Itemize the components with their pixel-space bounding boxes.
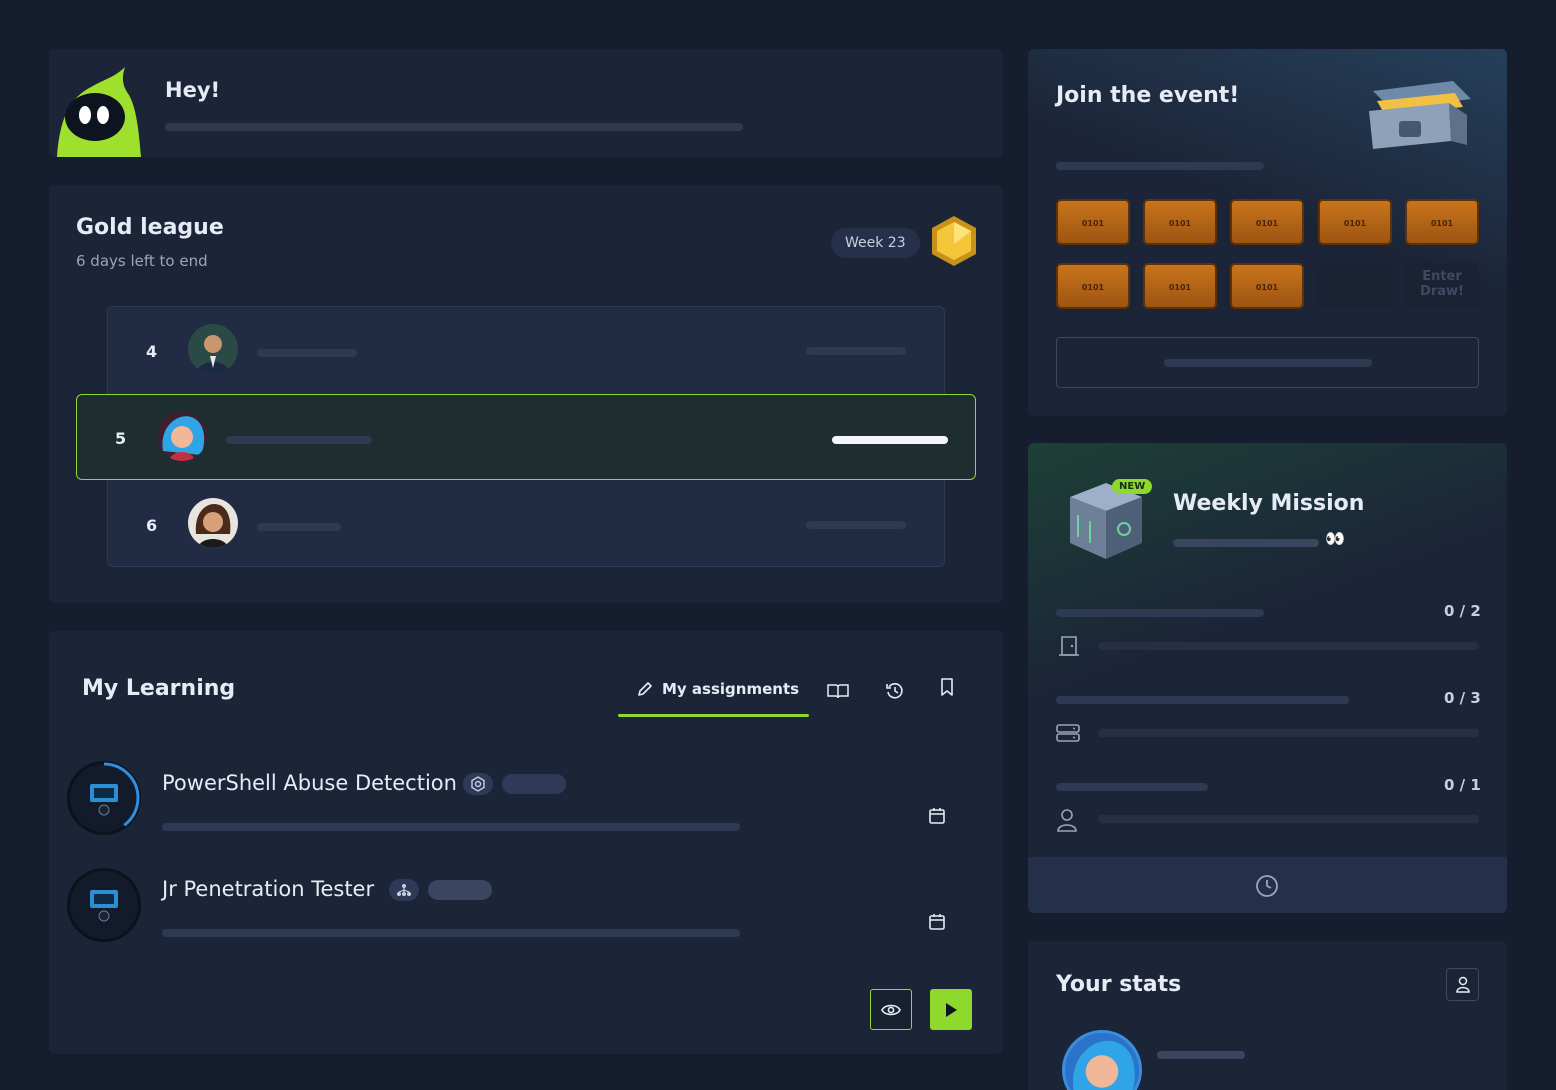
play-icon bbox=[946, 1002, 957, 1017]
course-type-badge bbox=[389, 879, 419, 901]
mission-subtitle-placeholder bbox=[1173, 539, 1319, 547]
task-count: 0 / 2 bbox=[1444, 602, 1481, 620]
greeting-title: Hey! bbox=[165, 78, 221, 102]
task-count: 0 / 3 bbox=[1444, 689, 1481, 707]
task-progress-bar bbox=[1098, 729, 1479, 737]
play-button[interactable] bbox=[930, 989, 972, 1030]
tab-my-assignments[interactable]: My assignments bbox=[636, 680, 799, 698]
path-network-icon bbox=[397, 884, 411, 896]
avatar bbox=[188, 498, 238, 548]
weekly-mission-card: NEW Weekly Mission 👀 0 / 2 0 / 3 0 / 1 bbox=[1028, 443, 1507, 913]
course-title: PowerShell Abuse Detection bbox=[162, 771, 457, 795]
task-title-placeholder bbox=[1056, 783, 1208, 791]
event-ticket: 0101 bbox=[1230, 199, 1304, 245]
user-icon bbox=[1057, 809, 1077, 832]
profile-button[interactable] bbox=[1446, 968, 1479, 1001]
course-description-placeholder bbox=[162, 929, 740, 937]
event-ticket: 0101 bbox=[1056, 263, 1130, 309]
course-type-badge bbox=[463, 773, 493, 795]
event-title: Join the event! bbox=[1056, 83, 1240, 108]
rank-number: 5 bbox=[115, 429, 127, 448]
gold-league-badge-icon bbox=[932, 216, 976, 266]
score-placeholder bbox=[832, 436, 948, 444]
event-ticket: 0101 bbox=[1056, 199, 1130, 245]
name-placeholder bbox=[257, 523, 341, 531]
bookmark-icon bbox=[941, 678, 953, 696]
task-title-placeholder bbox=[1056, 609, 1264, 617]
event-ticket-empty bbox=[1318, 263, 1392, 309]
event-placeholder bbox=[1056, 162, 1264, 170]
clock-icon bbox=[1256, 875, 1278, 897]
league-title: Gold league bbox=[76, 215, 224, 240]
hacker-mascot-icon bbox=[57, 67, 141, 157]
task-progress-bar bbox=[1098, 815, 1479, 823]
rank-number: 6 bbox=[146, 516, 158, 535]
course-description-placeholder bbox=[162, 823, 740, 831]
course-thumbnail-icon bbox=[90, 784, 118, 816]
book-open-icon bbox=[827, 684, 849, 699]
eye-icon bbox=[881, 1004, 901, 1015]
league-card: Gold league 6 days left to end Week 23 4… bbox=[49, 185, 1003, 603]
server-icon bbox=[1056, 724, 1080, 742]
event-ticket: 0101 bbox=[1230, 263, 1304, 309]
avatar bbox=[1062, 1030, 1142, 1090]
schedule-button[interactable] bbox=[925, 804, 949, 828]
door-icon bbox=[1059, 636, 1079, 656]
module-icon bbox=[471, 776, 485, 792]
score-placeholder bbox=[806, 347, 906, 355]
difficulty-pill bbox=[428, 880, 492, 900]
calendar-icon bbox=[929, 914, 945, 930]
username-placeholder bbox=[1157, 1051, 1245, 1059]
task-count: 0 / 1 bbox=[1444, 776, 1481, 794]
event-ticket: 0101 bbox=[1405, 199, 1479, 245]
greeting-placeholder bbox=[165, 123, 743, 131]
mission-footer bbox=[1028, 857, 1507, 913]
avatar bbox=[157, 411, 207, 461]
event-card: Join the event! 0101 0101 0101 0101 0101… bbox=[1028, 49, 1507, 416]
rank-number: 4 bbox=[146, 342, 158, 361]
calendar-icon bbox=[929, 808, 945, 824]
view-button[interactable] bbox=[870, 989, 912, 1030]
name-placeholder bbox=[226, 436, 372, 444]
my-learning-title: My Learning bbox=[82, 676, 236, 701]
difficulty-pill bbox=[502, 774, 566, 794]
week-badge: Week 23 bbox=[831, 228, 920, 258]
event-ticket: 0101 bbox=[1143, 263, 1217, 309]
button-label-placeholder bbox=[1164, 359, 1372, 367]
active-tab-indicator bbox=[618, 714, 809, 717]
league-subtitle: 6 days left to end bbox=[76, 252, 208, 270]
enter-draw-label: Enter Draw! bbox=[1420, 269, 1464, 299]
avatar bbox=[188, 324, 238, 374]
course-thumbnail-icon bbox=[90, 890, 118, 922]
history-icon bbox=[886, 683, 903, 699]
name-placeholder bbox=[257, 349, 357, 357]
event-action-button[interactable] bbox=[1056, 337, 1479, 388]
task-title-placeholder bbox=[1056, 696, 1349, 704]
event-ticket: 0101 bbox=[1318, 199, 1392, 245]
stats-card: Your stats bbox=[1028, 941, 1507, 1090]
weekly-mission-title: Weekly Mission bbox=[1173, 491, 1365, 516]
pencil-icon bbox=[638, 682, 652, 696]
new-badge: NEW bbox=[1112, 479, 1153, 494]
stats-title: Your stats bbox=[1056, 972, 1182, 997]
score-placeholder bbox=[806, 521, 906, 529]
tab-label: My assignments bbox=[662, 680, 800, 698]
tab-history[interactable] bbox=[883, 679, 907, 703]
eyes-emoji: 👀 bbox=[1325, 529, 1345, 548]
task-progress-bar bbox=[1098, 642, 1479, 650]
schedule-button[interactable] bbox=[925, 910, 949, 934]
greeting-card: Hey! bbox=[49, 49, 1003, 157]
my-learning-card: My Learning My assignments PowerShell Ab… bbox=[49, 631, 1003, 1054]
treasure-chest-icon bbox=[1369, 81, 1471, 149]
tab-catalog[interactable] bbox=[826, 679, 850, 703]
user-icon bbox=[1455, 976, 1470, 993]
tab-saved[interactable] bbox=[935, 675, 959, 699]
course-title: Jr Penetration Tester bbox=[162, 877, 375, 901]
event-ticket: 0101 bbox=[1143, 199, 1217, 245]
